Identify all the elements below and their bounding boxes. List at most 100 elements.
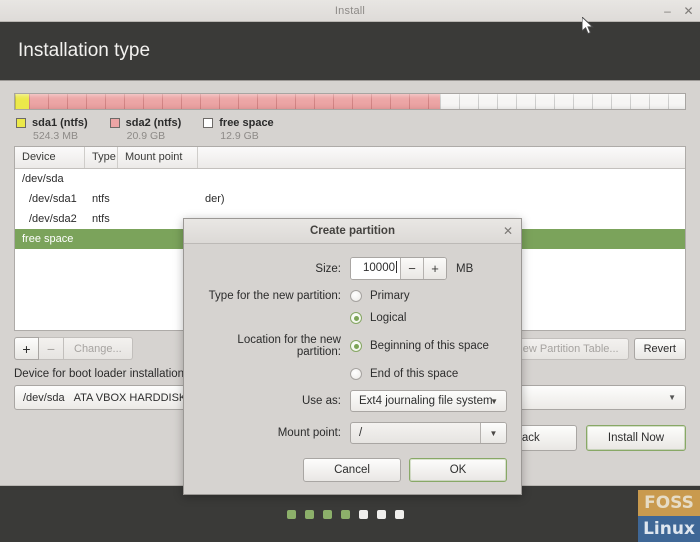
- table-cell: ntfs: [92, 193, 110, 205]
- disk-bar-section: [14, 81, 686, 110]
- progress-dot: [305, 509, 314, 519]
- chevron-down-icon: ▼: [480, 423, 506, 443]
- use-as-label: Use as:: [302, 395, 341, 407]
- dialog-body: Size: 10000 − + MB Type for the new part…: [184, 244, 521, 494]
- remove-partition-button[interactable]: −: [39, 337, 64, 360]
- use-as-control: Ext4 journaling file system ▼: [350, 390, 507, 412]
- legend-item: sda1 (ntfs) 524.3 MB: [16, 117, 88, 142]
- type-option-logical-label: Logical: [370, 312, 407, 324]
- mount-point-label: Mount point:: [277, 427, 341, 439]
- legend-label: free space: [219, 117, 274, 129]
- create-partition-dialog: Create partition ✕ Size: 10000 − + MB Ty…: [183, 218, 522, 495]
- install-window: Install – ✕ Installation type sda1 (ntfs…: [0, 0, 700, 542]
- table-row[interactable]: /dev/sda: [15, 169, 685, 189]
- watermark: FOSS Linux: [638, 490, 700, 542]
- new-partition-table-button[interactable]: New Partition Table...: [504, 337, 629, 360]
- cancel-button[interactable]: Cancel: [303, 458, 401, 482]
- minimize-icon[interactable]: –: [662, 5, 673, 17]
- progress-dot: [323, 509, 332, 519]
- type-option-primary-label: Primary: [370, 290, 410, 302]
- location-label: Location for the new partition:: [237, 334, 341, 358]
- legend-size: 12.9 GB: [220, 130, 259, 142]
- size-unit-label: MB: [456, 262, 474, 275]
- radio-primary-icon[interactable]: [350, 290, 362, 302]
- page-title: Installation type: [18, 40, 151, 61]
- size-control: 10000 − + MB: [350, 257, 507, 280]
- mount-point-control: / ▼: [350, 422, 507, 444]
- column-header[interactable]: Device: [15, 147, 85, 168]
- size-decrement-button[interactable]: −: [400, 258, 423, 279]
- table-cell: der): [205, 193, 225, 205]
- column-header-filler: [198, 147, 685, 168]
- table-row[interactable]: /dev/sda1 ntfs der): [15, 189, 685, 209]
- mount-point-select[interactable]: / ▼: [350, 422, 507, 444]
- size-increment-button[interactable]: +: [423, 258, 446, 279]
- legend-item: sda2 (ntfs) 20.9 GB: [109, 117, 182, 142]
- mount-point-row: Mount point: / ▼: [198, 422, 507, 444]
- location-option-end-label: End of this space: [370, 368, 459, 380]
- legend-item-header: sda2 (ntfs): [109, 117, 182, 129]
- size-value: 10000: [363, 262, 395, 274]
- location-option-beginning-label: Beginning of this space: [370, 340, 489, 352]
- disk-legend: sda1 (ntfs) 524.3 MB sda2 (ntfs) 20.9 GB fre…: [14, 117, 686, 142]
- type-row-primary: Type for the new partition: Primary: [198, 290, 507, 302]
- progress-dot: [395, 509, 404, 519]
- legend-label: sda2 (ntfs): [125, 117, 182, 129]
- window-title: Install: [334, 4, 366, 17]
- radio-logical-icon[interactable]: [350, 312, 362, 324]
- dialog-title: Create partition: [310, 225, 395, 237]
- progress-dots: [287, 509, 404, 519]
- use-as-select[interactable]: Ext4 journaling file system ▼: [350, 390, 507, 412]
- type-label: Type for the new partition:: [208, 290, 341, 302]
- location-option-end[interactable]: End of this space: [350, 368, 507, 380]
- progress-dot: [287, 509, 296, 519]
- table-cell: /dev/sda1: [29, 193, 77, 205]
- add-partition-button[interactable]: +: [14, 337, 39, 360]
- type-row-logical: Logical: [198, 312, 507, 324]
- use-as-value: Ext4 journaling file system: [359, 395, 493, 407]
- legend-swatch-icon: [109, 118, 120, 128]
- column-header[interactable]: Mount point: [118, 147, 198, 168]
- location-option-beginning[interactable]: Beginning of this space: [350, 340, 507, 352]
- size-spinner[interactable]: 10000 − +: [350, 257, 447, 280]
- disk-usage-bar: [14, 93, 686, 110]
- legend-swatch-icon: [203, 118, 214, 128]
- table-cell: /dev/sda: [22, 173, 64, 185]
- close-icon[interactable]: ✕: [683, 5, 694, 17]
- text-caret: [396, 261, 397, 273]
- chevron-down-icon: ▼: [668, 393, 676, 402]
- page-header: Installation type: [0, 22, 700, 81]
- window-titlebar: Install – ✕: [0, 0, 700, 22]
- progress-dot: [377, 509, 386, 519]
- size-row: Size: 10000 − + MB: [198, 257, 507, 280]
- ok-button[interactable]: OK: [409, 458, 507, 482]
- type-option-logical[interactable]: Logical: [350, 312, 507, 324]
- mount-point-value: /: [359, 427, 363, 439]
- watermark-foss: FOSS: [638, 490, 700, 516]
- bootloader-device-id: /dev/sda: [23, 391, 65, 404]
- revert-button[interactable]: Revert: [633, 337, 686, 360]
- legend-swatch-icon: [16, 118, 26, 128]
- table-cell: free space: [22, 233, 74, 245]
- change-partition-button[interactable]: Change...: [64, 337, 133, 360]
- size-label: Size:: [315, 262, 341, 275]
- radio-end-icon[interactable]: [350, 368, 362, 380]
- install-now-button[interactable]: Install Now: [586, 425, 686, 451]
- radio-beginning-icon[interactable]: [350, 340, 362, 352]
- dialog-actions: Cancel OK: [198, 458, 507, 482]
- progress-dot: [359, 509, 368, 519]
- location-row-end: End of this space: [198, 368, 507, 380]
- disk-segment-free-space: [439, 94, 685, 109]
- progress-dot: [341, 509, 350, 519]
- disk-segment-sda2: [29, 94, 440, 109]
- legend-size: 20.9 GB: [126, 130, 166, 142]
- legend-label: sda1 (ntfs): [32, 117, 88, 129]
- column-header[interactable]: Type: [85, 147, 118, 168]
- window-controls: – ✕: [662, 0, 694, 21]
- size-input[interactable]: 10000: [351, 258, 400, 279]
- dialog-close-icon[interactable]: ✕: [503, 224, 513, 238]
- legend-item-header: free space: [203, 117, 274, 129]
- type-option-primary[interactable]: Primary: [350, 290, 507, 302]
- chevron-down-icon: ▼: [490, 396, 498, 406]
- legend-item-header: sda1 (ntfs): [16, 117, 88, 129]
